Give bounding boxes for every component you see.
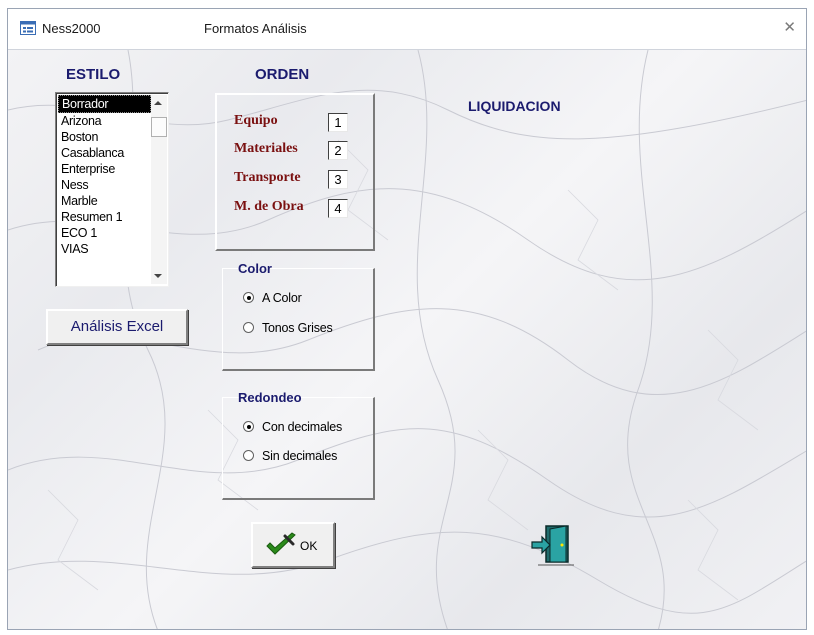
radio-con-decimales-label: Con decimales: [262, 420, 343, 434]
radio-a-color-label: A Color: [262, 291, 302, 305]
listbox-scrollbar[interactable]: [151, 95, 167, 284]
radio-a-color[interactable]: A Color: [243, 291, 302, 305]
list-item-arizona[interactable]: Arizona: [58, 113, 148, 129]
redondeo-group-title: Redondeo: [238, 390, 302, 405]
radio-tonos-grises[interactable]: Tonos Grises: [243, 321, 333, 335]
orden-heading: ORDEN: [255, 66, 310, 83]
radio-sin-decimales[interactable]: Sin decimales: [243, 449, 337, 463]
orden-label-equipo: Equipo: [234, 113, 278, 128]
checkmark-icon: [266, 532, 296, 555]
radio-sin-decimales-label: Sin decimales: [262, 449, 338, 463]
form-icon: [20, 21, 36, 35]
orden-field-equipo[interactable]: 1: [328, 113, 348, 132]
radio-con-decimales[interactable]: Con decimales: [243, 420, 342, 434]
scroll-thumb[interactable]: [151, 117, 167, 137]
form-title: Formatos Análisis: [204, 21, 307, 36]
radio-tonos-grises-label: Tonos Grises: [262, 321, 333, 335]
orden-label-transporte: Transporte: [234, 170, 301, 185]
orden-label-materiales: Materiales: [234, 141, 298, 156]
color-group-title: Color: [238, 261, 272, 276]
analisis-excel-button[interactable]: Análisis Excel: [46, 309, 188, 345]
list-item-eco-1[interactable]: ECO 1: [58, 225, 148, 241]
title-bar: Ness2000 Formatos Análisis ✕: [8, 9, 806, 50]
exit-button[interactable]: [528, 522, 578, 568]
radio-unchecked-icon[interactable]: [243, 450, 254, 462]
close-icon[interactable]: ✕: [783, 20, 796, 36]
orden-label-mano-de-obra: M. de Obra: [234, 199, 304, 214]
orden-field-transporte[interactable]: 3: [328, 170, 348, 189]
estilo-listbox[interactable]: Borrador Arizona Boston Casablanca Enter…: [55, 92, 169, 287]
ok-button[interactable]: OK: [251, 522, 335, 568]
list-item-vias[interactable]: VIAS: [58, 241, 148, 257]
orden-field-mano-de-obra[interactable]: 4: [328, 199, 348, 218]
orden-field-materiales[interactable]: 2: [328, 141, 348, 160]
radio-unchecked-icon[interactable]: [243, 322, 254, 334]
liquidacion-label: LIQUIDACION: [468, 98, 561, 114]
app-title: Ness2000: [42, 21, 101, 36]
ok-button-label: OK: [300, 539, 318, 553]
list-item-marble[interactable]: Marble: [58, 193, 148, 209]
list-item-ness[interactable]: Ness: [58, 177, 148, 193]
scroll-down-icon[interactable]: [154, 274, 162, 278]
list-item-casablanca[interactable]: Casablanca: [58, 145, 148, 161]
estilo-list: Borrador Arizona Boston Casablanca Enter…: [58, 95, 151, 257]
color-group: [222, 268, 375, 371]
list-item-boston[interactable]: Boston: [58, 129, 148, 145]
exit-door-icon: [531, 525, 574, 566]
list-item-resumen-1[interactable]: Resumen 1: [58, 209, 148, 225]
form-area: ESTILO ORDEN Borrador Arizona Boston Cas…: [8, 50, 806, 629]
list-item-borrador[interactable]: Borrador: [58, 95, 151, 113]
radio-checked-icon[interactable]: [243, 292, 254, 304]
formatos-analisis-window: Ness2000 Formatos Análisis ✕ ESTILO ORDE…: [7, 8, 807, 630]
estilo-heading: ESTILO: [66, 66, 121, 83]
list-item-enterprise[interactable]: Enterprise: [58, 161, 148, 177]
scroll-up-icon[interactable]: [154, 101, 162, 105]
radio-checked-icon[interactable]: [243, 421, 254, 433]
